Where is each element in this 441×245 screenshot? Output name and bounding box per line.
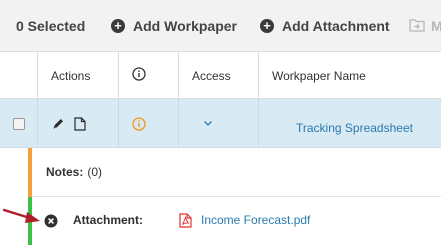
move-label: M (431, 18, 441, 34)
toolbar: 0 Selected + Add Workpaper + Add Attachm… (0, 0, 441, 52)
row-info-cell (118, 99, 178, 148)
add-workpaper-label: Add Workpaper (133, 18, 237, 34)
workpaper-name-link[interactable]: Tracking Spreadsheet (296, 121, 413, 135)
header-workpaper-name-label: Workpaper Name (272, 68, 366, 83)
document-icon[interactable] (74, 116, 86, 131)
move-button[interactable]: M (409, 0, 441, 52)
notes-label: Notes: (46, 165, 84, 179)
header-info[interactable] (118, 52, 178, 99)
pdf-file-icon (179, 213, 192, 228)
notes-row[interactable]: Notes: (0) (32, 148, 441, 197)
header-actions-label: Actions (51, 68, 91, 83)
attachment-row: Attachment: Income Forecast.pdf (32, 197, 441, 245)
info-icon[interactable] (132, 116, 146, 131)
row-name-cell: Tracking Spreadsheet (258, 99, 441, 148)
move-folder-icon (409, 18, 425, 35)
row-select-cell (0, 99, 37, 148)
row-access-cell (178, 99, 258, 148)
header-actions[interactable]: Actions (37, 52, 118, 99)
plus-circle-icon: + (260, 19, 274, 33)
row-checkbox[interactable] (12, 117, 25, 130)
pencil-icon[interactable] (52, 117, 65, 130)
attachment-file-link[interactable]: Income Forecast.pdf (201, 213, 310, 227)
table-header: Actions Access Workpaper Name (0, 52, 441, 99)
row-actions-cell (37, 99, 118, 148)
selected-count: 0 Selected (16, 0, 85, 52)
add-workpaper-button[interactable]: + Add Workpaper (111, 0, 237, 52)
selected-count-label: 0 Selected (16, 18, 86, 34)
header-access[interactable]: Access (178, 52, 258, 99)
table-row[interactable]: Tracking Spreadsheet (0, 99, 441, 148)
attachment-label: Attachment: (73, 213, 144, 227)
header-access-label: Access (192, 68, 231, 83)
info-icon (132, 67, 146, 84)
plus-circle-icon: + (111, 19, 125, 33)
header-workpaper-name[interactable]: Workpaper Name (258, 52, 441, 99)
chevron-down-icon[interactable] (203, 120, 213, 127)
add-attachment-button[interactable]: + Add Attachment (260, 0, 390, 52)
notes-count: (0) (87, 165, 103, 179)
annotation-arrow (2, 208, 40, 223)
add-attachment-label: Add Attachment (282, 18, 390, 34)
header-select (0, 52, 37, 99)
